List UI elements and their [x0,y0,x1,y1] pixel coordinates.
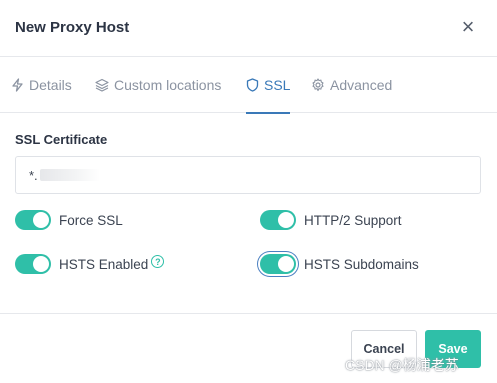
http2-support-switch[interactable] [260,210,296,230]
close-icon[interactable]: × [459,16,477,38]
ssl-certificate-value: *. [29,167,38,183]
hsts-subdomains-label: HSTS Subdomains [304,256,419,272]
lightning-icon [12,78,23,92]
ssl-certificate-select[interactable]: *. [15,156,481,194]
csdn-watermark: CSDN @杨浦老苏 [345,357,459,373]
tab-custom-locations-label: Custom locations [114,77,222,93]
redacted-domain [39,169,100,181]
help-icon[interactable]: ? [151,255,165,268]
modal-title: New Proxy Host [15,19,130,36]
tab-bar: Details Custom locations SSL Advanced [0,57,497,114]
tab-details-label: Details [29,77,72,93]
tab-custom-locations[interactable]: Custom locations [95,57,221,113]
tab-advanced-label: Advanced [330,77,393,93]
modal-header: New Proxy Host × [0,0,497,57]
tab-advanced[interactable]: Advanced [311,57,392,113]
hsts-enabled-switch[interactable] [15,254,51,274]
layers-icon [95,78,109,92]
hsts-subdomains-switch[interactable] [260,254,296,274]
hsts-subdomains-toggle[interactable]: HSTS Subdomains [260,254,419,274]
http2-support-label: HTTP/2 Support [304,212,402,228]
force-ssl-switch[interactable] [15,210,51,230]
shield-icon [246,78,259,92]
hsts-enabled-label: HSTS Enabled [59,256,149,272]
hsts-enabled-toggle[interactable]: HSTS Enabled ? [15,254,165,274]
ssl-certificate-label: SSL Certificate [15,132,108,147]
tab-details[interactable]: Details [11,57,72,113]
tab-ssl[interactable]: SSL [246,57,291,114]
force-ssl-label: Force SSL [59,212,123,228]
gear-icon [312,78,324,92]
force-ssl-toggle[interactable]: Force SSL [15,210,123,230]
http2-support-toggle[interactable]: HTTP/2 Support [260,210,402,230]
tab-ssl-label: SSL [264,77,291,93]
new-proxy-host-modal: New Proxy Host × Details Custom location… [0,0,497,383]
